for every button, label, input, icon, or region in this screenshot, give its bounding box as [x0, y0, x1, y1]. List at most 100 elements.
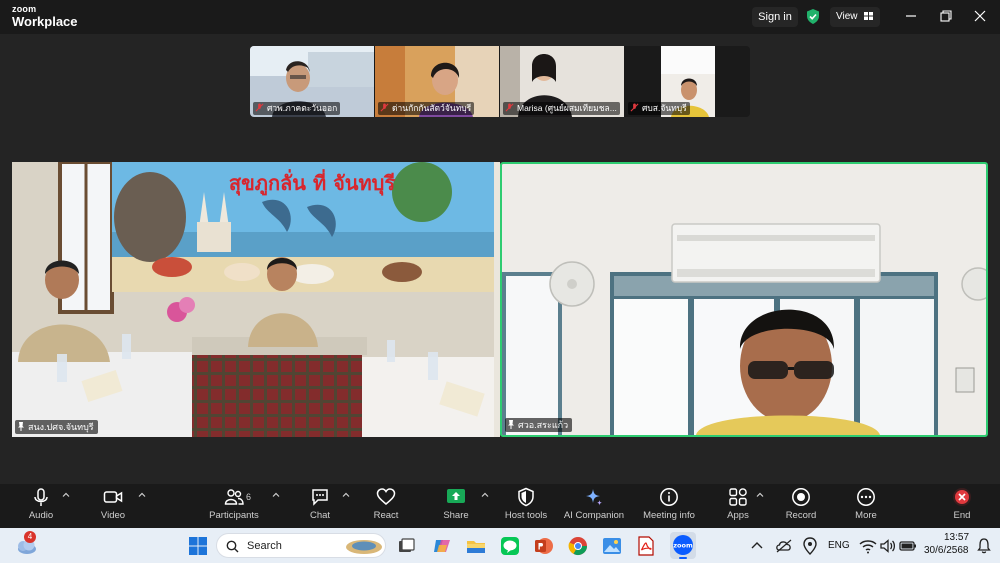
share-button[interactable]: Share	[436, 484, 476, 528]
task-view-icon[interactable]	[396, 536, 416, 556]
view-button[interactable]: View	[830, 7, 880, 27]
apps-button[interactable]: Apps	[718, 484, 758, 528]
participant-name-label: ศวอ.สระแก้ว	[505, 418, 573, 432]
search-highlight-icon	[346, 540, 382, 554]
chat-label: Chat	[309, 510, 331, 521]
participant-name: ศวอ.สระแก้ว	[518, 420, 569, 430]
notifications-bell-icon[interactable]	[976, 536, 992, 556]
participant-name: Marisa (ศูนย์ผสมเทียมชล...	[517, 103, 617, 113]
participant-thumbnail[interactable]: ด่านกักกันสัตว์จันทบุรี	[375, 46, 499, 117]
participants-label: Participants	[209, 510, 259, 521]
record-button[interactable]: Record	[780, 484, 822, 528]
network-icon[interactable]	[774, 536, 794, 556]
info-icon	[660, 488, 678, 506]
react-label: React	[373, 510, 399, 521]
notification-badge: 4	[24, 531, 36, 543]
tray-chevron-up-icon[interactable]	[750, 536, 764, 556]
record-icon	[792, 488, 810, 506]
participant-name: ด่านกักกันสัตว์จันทบุรี	[392, 103, 472, 113]
pin-icon	[508, 420, 514, 429]
ai-companion-button[interactable]: AI Companion	[562, 484, 626, 528]
more-label: More	[855, 510, 877, 521]
participant-thumbnail[interactable]: ศวพ.ภาคตะวันออก	[250, 46, 374, 117]
pin-icon	[18, 422, 24, 431]
audio-button[interactable]: Audio	[18, 484, 64, 528]
participant-video-feed	[502, 164, 986, 435]
language-indicator[interactable]: ENG	[828, 540, 850, 551]
participant-name-label: สนง.ปศจ.จันทบุรี	[15, 420, 98, 434]
end-meeting-button[interactable]: End	[944, 484, 980, 528]
photos-icon[interactable]	[602, 536, 622, 556]
minimize-icon[interactable]	[902, 7, 920, 25]
sign-in-button[interactable]: Sign in	[752, 7, 798, 27]
clock-time[interactable]: 13:57	[944, 532, 969, 543]
powerpoint-icon[interactable]	[534, 536, 554, 556]
grid-view-icon	[864, 12, 874, 20]
zoom-app-icon[interactable]: zoom	[670, 532, 696, 559]
apps-options-chevron-icon[interactable]	[756, 491, 764, 499]
windows-start-icon[interactable]	[188, 536, 208, 556]
chrome-icon[interactable]	[568, 536, 588, 556]
audio-options-chevron-icon[interactable]	[62, 491, 70, 499]
participant-video-feed: สุขภูกลั่น ที่ จันทบุรี	[12, 162, 500, 437]
chat-button[interactable]: Chat	[300, 484, 340, 528]
more-button[interactable]: More	[846, 484, 886, 528]
participants-options-chevron-icon[interactable]	[272, 491, 280, 499]
sparkle-icon	[586, 489, 602, 506]
title-bar: zoom Workplace Sign in View	[0, 0, 1000, 34]
heart-icon	[376, 488, 396, 505]
file-explorer-icon[interactable]	[466, 536, 486, 556]
video-options-chevron-icon[interactable]	[138, 491, 146, 499]
react-button[interactable]: React	[366, 484, 406, 528]
speaker-icon[interactable]	[878, 536, 898, 556]
meeting-toolbar: Audio Video Participants 6 Chat React Sh…	[0, 484, 1000, 528]
battery-icon[interactable]	[898, 536, 918, 556]
logo-brand: zoom	[12, 4, 37, 14]
share-options-chevron-icon[interactable]	[481, 491, 489, 499]
meeting-info-button[interactable]: Meeting info	[638, 484, 700, 528]
participant-thumbnail[interactable]: ศบส.จันทบุรี	[625, 46, 715, 117]
participant-thumbnail-strip: ศวพ.ภาคตะวันออก ด่านกักกันสัตว์จันทบุรี	[250, 46, 750, 117]
participant-name: ศวพ.ภาคตะวันออก	[267, 103, 338, 113]
close-icon[interactable]	[971, 7, 989, 25]
banner-text: สุขภูกลั่น ที่ จันทบุรี	[229, 168, 395, 197]
participant-thumbnail[interactable]: Marisa (ศูนย์ผสมเทียมชล...	[500, 46, 624, 117]
line-app-icon[interactable]	[500, 536, 520, 556]
video-button[interactable]: Video	[90, 484, 136, 528]
meeting-area: ศวพ.ภาคตะวันออก ด่านกักกันสัตว์จันทบุรี	[0, 34, 1000, 484]
copilot-icon[interactable]	[432, 536, 452, 556]
logo-product: Workplace	[12, 14, 78, 29]
muted-mic-icon	[255, 103, 264, 112]
ai-companion-label: AI Companion	[563, 510, 625, 521]
view-label: View	[836, 11, 858, 22]
host-tools-button[interactable]: Host tools	[500, 484, 552, 528]
participants-button[interactable]: Participants	[204, 484, 264, 528]
restore-icon[interactable]	[937, 7, 955, 25]
chat-options-chevron-icon[interactable]	[342, 491, 350, 499]
end-call-icon	[953, 488, 971, 506]
video-label: Video	[100, 510, 126, 521]
participant-name-label: ศบส.จันทบุรี	[628, 102, 690, 115]
participant-video-tile[interactable]: สุขภูกลั่น ที่ จันทบุรี สนง.ปศจ.จันทบุรี	[12, 162, 500, 437]
shield-check-icon[interactable]	[806, 9, 820, 24]
participants-icon	[224, 489, 244, 505]
video-camera-icon	[103, 491, 123, 503]
muted-mic-icon	[505, 103, 514, 112]
share-label: Share	[443, 510, 469, 521]
search-icon	[226, 540, 239, 553]
taskbar-search-box[interactable]: Search	[216, 533, 386, 558]
participants-count: 6	[246, 492, 252, 502]
participant-name: ศบส.จันทบุรี	[642, 103, 687, 113]
host-tools-label: Host tools	[504, 510, 548, 521]
participant-name-label: ด่านกักกันสัตว์จันทบุรี	[378, 102, 475, 115]
active-speaker-video-tile[interactable]: ศวอ.สระแก้ว	[500, 162, 988, 437]
windows-taskbar: 4 Search zoom ENG 13:57 30/6/2568	[0, 528, 1000, 563]
participant-name-label: Marisa (ศูนย์ผสมเทียมชล...	[503, 102, 620, 115]
clock-date[interactable]: 30/6/2568	[924, 545, 969, 556]
muted-mic-icon	[630, 103, 639, 112]
shield-icon	[518, 487, 534, 507]
wifi-icon[interactable]	[858, 536, 878, 556]
location-icon[interactable]	[800, 536, 820, 556]
acrobat-pdf-icon[interactable]	[636, 536, 656, 556]
apps-icon	[729, 488, 747, 506]
